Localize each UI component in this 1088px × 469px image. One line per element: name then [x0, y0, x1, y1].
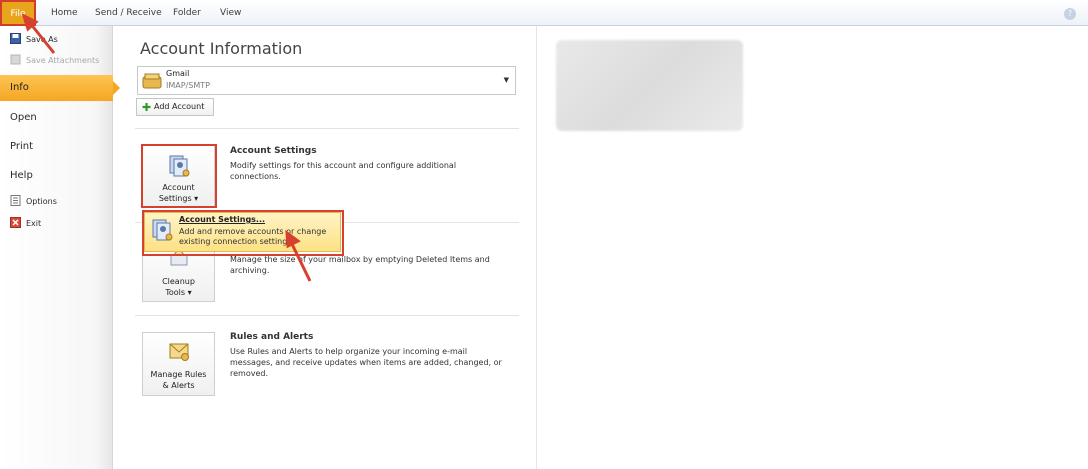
- arrow-icon: [285, 229, 312, 282]
- arrow-icon: [21, 13, 56, 54]
- annotation-arrows: [21, 13, 312, 282]
